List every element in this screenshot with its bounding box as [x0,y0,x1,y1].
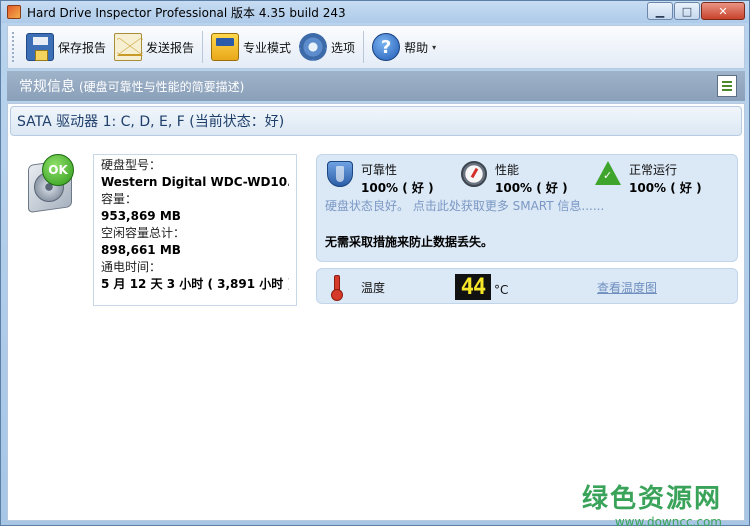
drive-info-box: 硬盘型号： Western Digital WDC-WD10... 容量： 95… [93,154,297,306]
options-label: 选项 [331,40,356,55]
power-on-time-value: 5 月 12 天 3 小时 ( 3,891 小时 ) ? [101,277,289,291]
toolbar-separator [202,31,204,63]
performance-stat: 性能 100% ( 好 ) [461,161,568,197]
title-bar[interactable]: Hard Drive Inspector Professional 版本 4.3… [1,1,749,23]
minimize-button[interactable]: ▁ [647,2,673,20]
floppy-disk-icon [26,33,54,61]
save-report-button[interactable]: 保存报告 [22,29,110,65]
options-button[interactable]: 选项 [295,29,359,65]
section-subtitle: (硬盘可靠性与性能的简要描述) [79,79,245,94]
uptime-stat: 正常运行 100% ( 好 ) [595,161,702,197]
section-header: 常规信息 (硬盘可靠性与性能的简要描述) [7,71,745,101]
health-status-box: 可靠性 100% ( 好 ) 性能 100% ( 好 ) 正常运行 100% (… [316,154,738,262]
watermark-main: 绿色资源网 [581,484,722,514]
ok-badge: OK [42,154,74,186]
reliability-stat: 可靠性 100% ( 好 ) [327,161,434,197]
maximize-button[interactable]: □ [674,2,700,20]
reliability-name: 可靠性 [361,163,398,177]
model-value: Western Digital WDC-WD10... [101,175,289,189]
help-icon: ? [372,33,401,61]
free-space-value: 898,661 MB [101,243,181,257]
uptime-value: 100% ( 好 ) [629,181,702,195]
toolbar-separator [363,31,365,63]
hard-disk-icon: OK [26,154,80,214]
pro-mode-button[interactable]: 专业模式 [207,29,295,65]
content-panel: SATA 驱动器 1: C, D, E, F (当前状态：好) OK 硬盘型号：… [7,103,745,526]
app-icon [7,5,21,19]
advice-text: 无需采取措施来防止数据丢失。 [325,235,494,249]
send-report-label: 发送报告 [146,40,195,55]
performance-value: 100% ( 好 ) [495,181,568,195]
window-title: Hard Drive Inspector Professional 版本 4.3… [27,5,346,20]
report-icon[interactable] [717,75,737,97]
model-label: 硬盘型号： [101,158,162,172]
free-space-label: 空闲容量总计： [101,226,186,240]
gear-icon [299,33,328,61]
uptime-name: 正常运行 [629,163,678,177]
toolbar: 保存报告 发送报告 专业模式 选项 ? 帮助 ▾ [7,25,745,69]
shield-icon [327,161,353,187]
pro-mode-label: 专业模式 [243,40,292,55]
reliability-value: 100% ( 好 ) [361,181,434,195]
app-window: Hard Drive Inspector Professional 版本 4.3… [0,0,750,526]
send-report-button[interactable]: 发送报告 [110,29,198,65]
temperature-label: 温度 [361,281,386,295]
save-report-label: 保存报告 [58,40,107,55]
temperature-box: 温度 44 °C 查看温度图 [316,268,738,304]
drive-header: SATA 驱动器 1: C, D, E, F (当前状态：好) [10,106,742,136]
watermark: 绿色资源网 www.downcc.com [582,478,722,526]
gauge-icon [461,161,487,187]
smart-info-link[interactable]: 硬盘状态良好。 点击此处获取更多 SMART 信息...... [325,197,604,214]
close-button[interactable]: ✕ [701,2,745,20]
temperature-unit: °C [494,283,509,297]
envelope-icon [114,33,144,61]
performance-name: 性能 [495,163,520,177]
pro-mode-icon [211,33,240,61]
temperature-chart-link[interactable]: 查看温度图 [597,279,657,296]
help-label: 帮助 [404,40,429,55]
thermometer-icon [331,275,343,301]
check-triangle-icon [595,161,621,185]
capacity-label: 容量： [101,192,138,206]
watermark-url: www.downcc.com [614,515,722,526]
drive-title: SATA 驱动器 1: C, D, E, F (当前状态：好) [17,114,285,130]
help-button[interactable]: ? 帮助 ▾ [368,29,440,65]
capacity-value: 953,869 MB [101,209,181,223]
power-on-time-label: 通电时间： [101,260,162,274]
temperature-display: 44 [455,274,491,300]
section-title: 常规信息 [19,79,75,95]
chevron-down-icon: ▾ [432,42,437,52]
toolbar-grip[interactable] [12,32,16,62]
window-controls: ▁ □ ✕ [646,2,745,20]
